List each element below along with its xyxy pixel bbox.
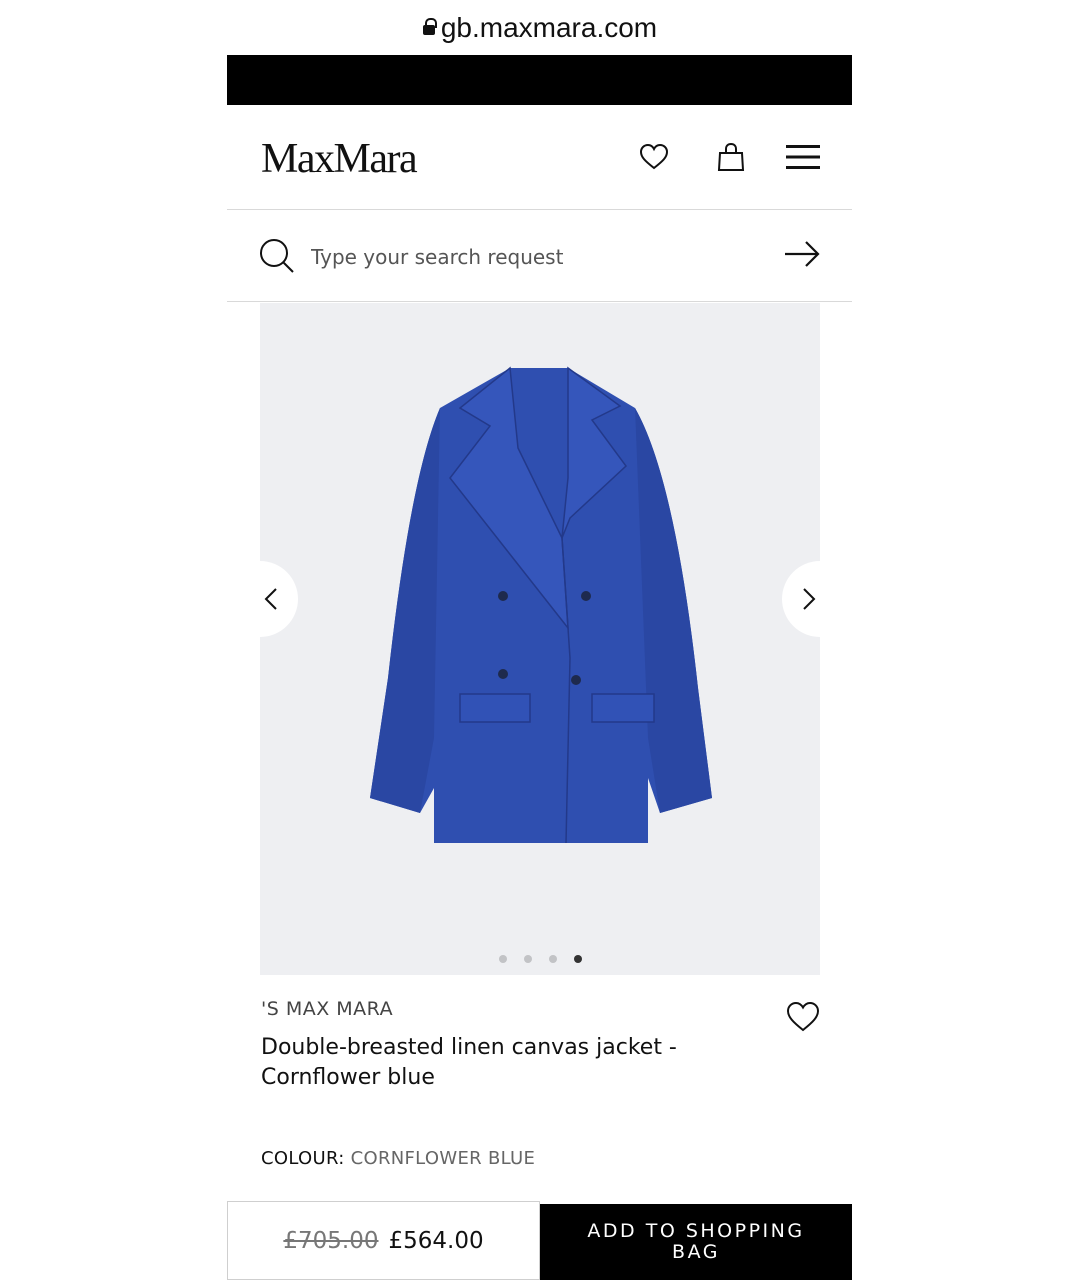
product-image: [330, 358, 750, 863]
search-icon: [259, 238, 295, 279]
arrow-right-icon[interactable]: [784, 240, 820, 273]
browser-url-bar[interactable]: gb.maxmara.com: [0, 0, 1080, 55]
colour-value: CORNFLOWER BLUE: [350, 1148, 536, 1169]
site-header: MaxMara: [227, 105, 852, 210]
shopping-bag-icon[interactable]: [713, 139, 749, 175]
add-to-bag-button[interactable]: ADD TO SHOPPING BAG: [540, 1204, 852, 1280]
search-input[interactable]: [311, 240, 751, 274]
carousel-dot[interactable]: [523, 955, 532, 963]
menu-icon[interactable]: [785, 139, 821, 175]
heart-icon[interactable]: [636, 139, 672, 175]
original-price: £705.00: [283, 1227, 379, 1254]
product-brand: 'S MAX MARA: [261, 998, 394, 1020]
url-text: gb.maxmara.com: [440, 11, 658, 43]
add-to-wishlist-heart-icon[interactable]: [785, 1001, 821, 1038]
carousel-dot-active[interactable]: [573, 955, 582, 963]
promo-bar: [227, 55, 852, 105]
chevron-right-icon: [803, 588, 816, 610]
brand-logo[interactable]: MaxMara: [261, 135, 418, 183]
product-title: Double-breasted linen canvas jacket - Co…: [261, 1035, 677, 1090]
colour-selector: COLOUR: CORNFLOWER BLUE: [261, 1148, 535, 1169]
search-bar: [227, 210, 852, 302]
sale-price: £564.00: [388, 1227, 484, 1254]
carousel-dots: [260, 955, 820, 963]
product-page: MaxMara Type your search request 'S MAX …: [227, 55, 852, 1280]
carousel-prev-button[interactable]: [227, 561, 298, 637]
product-image-carousel[interactable]: [227, 303, 852, 975]
carousel-dot[interactable]: [498, 955, 507, 963]
chevron-left-icon: [264, 588, 277, 610]
lock-icon: [422, 17, 437, 37]
colour-label: COLOUR:: [261, 1148, 345, 1169]
carousel-dot[interactable]: [548, 955, 557, 963]
price-box: £705.00 £564.00: [227, 1201, 540, 1280]
carousel-next-button[interactable]: [782, 561, 852, 637]
